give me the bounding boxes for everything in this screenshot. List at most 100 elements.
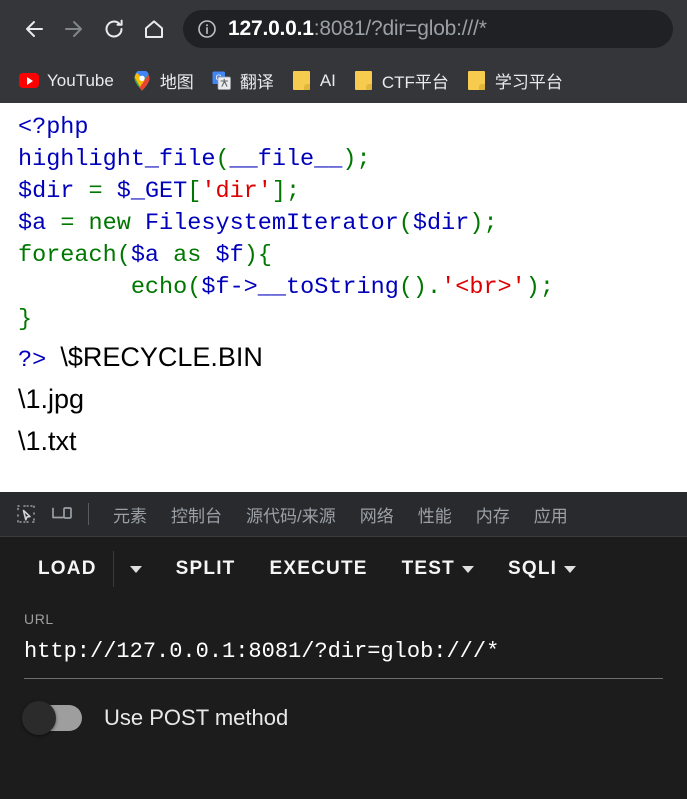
code-token: FilesystemIterator: [144, 210, 399, 237]
tab-console[interactable]: 控制台: [159, 502, 234, 527]
code-token: ): [469, 210, 484, 237]
tab-network[interactable]: 网络: [348, 502, 406, 527]
php-source-listing: <?php highlight_file(__file__); $dir = $_G…: [18, 112, 687, 336]
devtools-tabbar: 元素 控制台 源代码/来源 网络 性能 内存 应用: [0, 492, 687, 537]
code-token: ;: [356, 146, 371, 173]
split-button[interactable]: SPLIT: [170, 558, 242, 580]
code-token: ;: [539, 274, 554, 301]
code-line: foreach($a as $f){: [18, 240, 687, 272]
bookmark-maps[interactable]: 地图: [123, 66, 203, 96]
device-toolbar-button[interactable]: [44, 497, 80, 531]
load-dropdown-button[interactable]: [124, 565, 148, 573]
tab-application[interactable]: 应用: [522, 502, 580, 527]
code-token: $dir: [412, 210, 470, 237]
address-bar-text: 127.0.0.1:8081/?dir=glob:///*: [228, 17, 487, 41]
code-token: (: [187, 274, 202, 301]
site-info-icon[interactable]: [197, 19, 217, 39]
output-line: \1.txt: [18, 426, 77, 456]
code-line: }: [18, 304, 687, 336]
post-method-row: Use POST method: [0, 679, 687, 735]
google-maps-icon: [132, 70, 152, 91]
code-token: .: [427, 274, 442, 301]
back-arrow-icon: [26, 21, 43, 37]
code-token: <?php: [18, 114, 89, 141]
code-token: =: [74, 178, 117, 205]
code-token: highlight_file: [18, 146, 216, 173]
hackbar-toolbar: LOAD SPLIT EXECUTE TEST SQLI: [0, 537, 687, 601]
php-close-tag: ?>: [18, 347, 61, 374]
hackbar-panel: LOAD SPLIT EXECUTE TEST SQLI URL http://…: [0, 537, 687, 799]
browser-navigation-bar: 127.0.0.1:8081/?dir=glob:///*: [0, 0, 687, 58]
address-bar[interactable]: 127.0.0.1:8081/?dir=glob:///*: [183, 10, 673, 48]
use-post-method-toggle[interactable]: [22, 701, 82, 735]
code-line: echo($f->__toString().'<br>');: [18, 272, 687, 304]
bookmark-folder-ai[interactable]: AI: [283, 66, 345, 96]
home-icon: [145, 20, 163, 38]
inspect-element-button[interactable]: [8, 497, 44, 531]
map-pin-icon: [134, 70, 150, 90]
tab-sources[interactable]: 源代码/来源: [234, 502, 348, 527]
tab-elements[interactable]: 元素: [101, 502, 159, 527]
bookmark-youtube[interactable]: YouTube: [10, 66, 123, 96]
code-token: }: [18, 306, 33, 333]
code-token: [: [187, 178, 202, 205]
forward-arrow-icon: [65, 21, 82, 37]
url-input[interactable]: http://127.0.0.1:8081/?dir=glob:///*: [24, 639, 663, 679]
tab-memory[interactable]: 内存: [464, 502, 522, 527]
toolbar-divider: [88, 503, 89, 525]
bookmark-translate[interactable]: G 翻译: [203, 66, 283, 96]
reload-button[interactable]: [94, 9, 134, 49]
code-token: new: [88, 210, 131, 237]
code-line: highlight_file(__file__);: [18, 144, 687, 176]
code-token: as: [173, 242, 202, 269]
code-token: $f: [201, 274, 230, 301]
forward-button[interactable]: [54, 9, 94, 49]
sqli-button[interactable]: SQLI: [502, 558, 582, 580]
bookmark-folder-study[interactable]: 学习平台: [458, 66, 572, 96]
browser-chrome: 127.0.0.1:8081/?dir=glob:///* YouTube 地图: [0, 0, 687, 103]
bookmark-label: 学习平台: [494, 73, 563, 92]
device-toolbar-icon: [52, 507, 72, 519]
code-token: (: [116, 242, 131, 269]
load-button[interactable]: LOAD: [32, 558, 103, 580]
code-token: $_GET: [116, 178, 188, 205]
code-token: $dir: [18, 178, 75, 205]
code-token: echo: [130, 274, 188, 301]
folder-icon: [354, 71, 374, 91]
code-token: ): [525, 274, 540, 301]
bookmark-label: 地图: [159, 73, 194, 92]
address-bar-path: :8081/?dir=glob:///*: [313, 17, 487, 40]
tab-performance[interactable]: 性能: [406, 502, 464, 527]
bookmarks-bar: YouTube 地图 G: [0, 58, 687, 103]
translate-icon: G: [212, 71, 232, 90]
bookmark-label: 翻译: [239, 73, 274, 92]
url-field-group: URL http://127.0.0.1:8081/?dir=glob:///*: [0, 601, 687, 679]
home-button[interactable]: [134, 9, 174, 49]
folder-icon: [292, 71, 312, 91]
back-button[interactable]: [14, 9, 54, 49]
output-text: \$RECYCLE.BIN: [60, 342, 263, 372]
devtools-panel: 元素 控制台 源代码/来源 网络 性能 内存 应用 LOAD SPLIT EXE…: [0, 492, 687, 799]
url-field-label: URL: [24, 611, 54, 627]
test-button[interactable]: TEST: [396, 558, 480, 580]
code-token: foreach: [18, 242, 117, 269]
test-button-label: TEST: [401, 558, 455, 579]
code-line: $dir = $_GET['dir'];: [18, 176, 687, 208]
reload-icon: [105, 19, 123, 38]
execute-button[interactable]: EXECUTE: [263, 558, 373, 580]
code-token: __file__: [229, 146, 343, 173]
code-token: {: [257, 242, 272, 269]
youtube-icon: [19, 71, 39, 91]
split-button-label: SPLIT: [175, 558, 236, 579]
code-token: (: [398, 210, 413, 237]
script-output: ?> \$RECYCLE.BIN \1.jpg \1.txt: [18, 336, 687, 462]
code-token: ;: [483, 210, 498, 237]
code-token: =: [46, 210, 89, 237]
code-token: 'dir': [201, 178, 272, 205]
chevron-down-icon: [129, 565, 142, 573]
bookmark-folder-ctf[interactable]: CTF平台: [345, 66, 458, 96]
code-line: $a = new FilesystemIterator($dir);: [18, 208, 687, 240]
